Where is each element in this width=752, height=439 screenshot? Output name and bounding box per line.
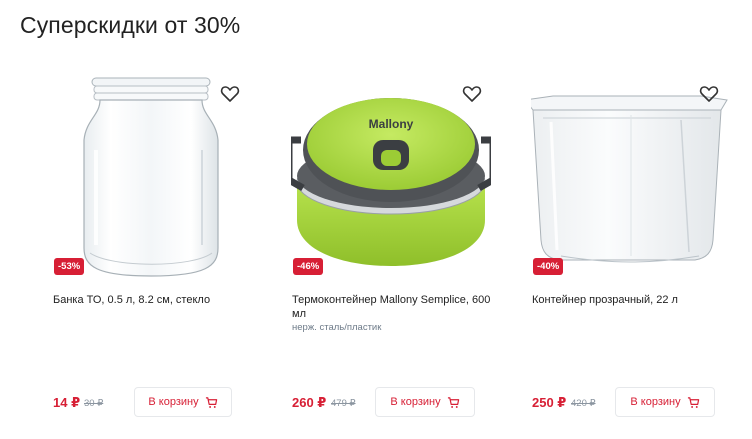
price-row: 14 ₽ 30 ₽ В корзину (52, 387, 252, 417)
favorite-heart-icon[interactable] (462, 84, 482, 104)
add-to-cart-button[interactable]: В корзину (615, 387, 715, 417)
product-name[interactable]: Контейнер прозрачный, 22 л (532, 293, 732, 307)
old-price: 479 ₽ (331, 398, 356, 409)
cart-icon (687, 396, 699, 408)
add-to-cart-label: В корзину (148, 396, 199, 408)
add-to-cart-button[interactable]: В корзину (134, 387, 232, 417)
lunch-container-icon: Mallony (285, 98, 497, 266)
favorite-heart-icon[interactable] (220, 84, 240, 104)
product-material: нерж. сталь/пластик (292, 322, 382, 333)
product-name[interactable]: Термоконтейнер Mallony Semplice, 600 мл (292, 293, 492, 321)
product-image[interactable]: -40% (524, 70, 731, 280)
product-card[interactable]: -53% Банка ТО, 0.5 л, 8.2 см, стекло 14 … (52, 70, 252, 439)
add-to-cart-label: В корзину (390, 396, 441, 408)
discount-badge: -53% (54, 258, 85, 275)
current-price: 250 ₽ (532, 395, 567, 410)
product-image[interactable]: -53% (52, 70, 252, 280)
brand-logo-text: Mallony (369, 117, 414, 131)
section-title: Суперскидки от 30% (20, 12, 241, 38)
add-to-cart-label: В корзину (630, 396, 681, 408)
add-to-cart-button[interactable]: В корзину (375, 387, 475, 417)
favorite-heart-icon[interactable] (699, 84, 719, 104)
old-price: 30 ₽ (84, 398, 104, 409)
old-price: 420 ₽ (571, 398, 596, 409)
discount-badge: -40% (533, 258, 564, 275)
product-card[interactable]: Mallony -46% Термоконтейнер Mallony Semp… (285, 70, 497, 439)
current-price: 14 ₽ (53, 395, 81, 410)
current-price: 260 ₽ (292, 395, 327, 410)
product-card[interactable]: -40% Контейнер прозрачный, 22 л 250 ₽ 42… (524, 70, 732, 439)
cart-icon (447, 396, 459, 408)
discount-badge: -46% (293, 258, 324, 275)
price-row: 260 ₽ 479 ₽ В корзину (291, 387, 491, 417)
price-row: 250 ₽ 420 ₽ В корзину (531, 387, 731, 417)
product-name[interactable]: Банка ТО, 0.5 л, 8.2 см, стекло (53, 293, 253, 307)
cart-icon (205, 396, 217, 408)
product-image[interactable]: Mallony -46% (285, 70, 497, 280)
